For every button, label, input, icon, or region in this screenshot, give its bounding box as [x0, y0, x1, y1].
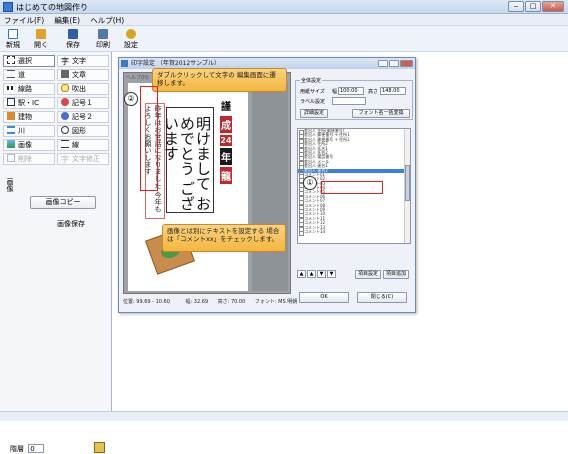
menu-bar: ファイル(F) 編集(E) ヘルプ(H)	[0, 14, 568, 26]
image-copy-button[interactable]: 画像コピー	[30, 196, 96, 209]
shape-icon	[61, 126, 69, 134]
symbol2-icon	[61, 112, 69, 120]
text-edit-icon: 字	[61, 155, 69, 164]
highlight-list-item	[321, 181, 383, 194]
callout-comment-check: 画像とは別にテキストを設定する 場合は「コメントxx」をチェックします。	[162, 224, 286, 252]
move-down-button[interactable]: ▼	[317, 270, 326, 278]
greeting-text: 明けまして おめでとう ございます	[162, 116, 212, 211]
global-settings-group: 全体設定 用紙サイズ 幅 100.00 高さ 148.00 ラベル設定 詳細設定…	[295, 77, 413, 120]
paragraph-icon	[61, 70, 69, 78]
delete-icon	[7, 154, 15, 162]
balloon-icon	[61, 84, 69, 92]
settings-gear-icon	[126, 29, 136, 39]
item-settings-button[interactable]: 項目設定	[355, 270, 381, 279]
print-icon	[98, 29, 108, 39]
close-dialog-button[interactable]: 閉じる(C)	[357, 292, 407, 303]
building-icon	[7, 112, 15, 120]
tool-symbol2[interactable]: 記号２	[57, 111, 109, 123]
item-add-button[interactable]: 項目追加	[383, 270, 409, 279]
tool-station[interactable]: 駅・IC	[3, 97, 55, 109]
tool-symbol1[interactable]: 記号１	[57, 97, 109, 109]
tool-text[interactable]: 字文字	[57, 55, 109, 67]
tool-paragraph[interactable]: 文章	[57, 69, 109, 81]
dialog-close-button[interactable]	[400, 60, 413, 67]
station-icon	[7, 98, 15, 106]
tool-road[interactable]: 道	[3, 69, 55, 81]
tool-delete[interactable]: 削除	[3, 153, 55, 165]
list-scrollbar[interactable]	[404, 129, 410, 243]
move-bottom-button[interactable]: ▼	[327, 270, 336, 278]
preview-help-menu[interactable]: ヘルプ(H)	[126, 74, 149, 81]
layer-input[interactable]: 0	[28, 444, 45, 453]
maximize-button[interactable]: □	[525, 1, 541, 12]
window-title: はじめての地図作り	[16, 3, 88, 12]
detail-settings-button[interactable]: 詳細設定	[300, 109, 328, 118]
minimize-button[interactable]: ‒	[508, 1, 524, 12]
line-icon	[61, 140, 69, 148]
text-icon: 字	[61, 57, 69, 66]
move-up-button[interactable]: ▲	[307, 270, 316, 278]
tool-select[interactable]: 選択	[3, 55, 55, 67]
tool-image[interactable]: 画像	[3, 139, 55, 151]
tool-balloon[interactable]: 吹出	[57, 83, 109, 95]
paper-height-field[interactable]: 148.00	[380, 87, 406, 95]
close-button[interactable]: ✕	[542, 1, 564, 12]
status-bar	[0, 411, 568, 421]
list-scrollbar-thumb[interactable]	[405, 165, 410, 201]
dialog-print-icon	[121, 60, 128, 67]
save-icon	[68, 29, 78, 39]
symbol1-icon	[61, 98, 69, 106]
highlight-message-box	[140, 86, 158, 191]
tool-railway[interactable]: 線路	[3, 83, 55, 95]
railway-icon	[7, 86, 15, 90]
dialog-maximize-button[interactable]	[389, 60, 399, 67]
font-batch-change-button[interactable]: フォント名一括変換	[352, 109, 410, 118]
title-bar: はじめての地図作り ‒ □ ✕	[0, 0, 568, 14]
annotation-number-1: ①	[303, 176, 317, 190]
greeting-image[interactable]: 明けまして おめでとう ございます	[162, 107, 214, 213]
paper-width-field[interactable]: 100.00	[338, 87, 364, 95]
dialog-minimize-button[interactable]	[378, 60, 388, 67]
open-folder-icon	[36, 29, 46, 39]
annotation-number-2: ②	[124, 92, 138, 106]
side-tab-image[interactable]: 画像	[2, 178, 14, 192]
open-button[interactable]: 開く	[30, 28, 52, 50]
preview-scroll-area[interactable]	[252, 83, 288, 291]
new-button[interactable]: 新規	[2, 28, 24, 50]
year-stamp: 謹 成 24 年 龍	[220, 102, 232, 184]
order-arrows: ▲ ▲ ▼ ▼	[297, 270, 336, 278]
label-setting-field[interactable]	[332, 97, 366, 105]
preview-status: 位置: 99.69 - 10.60 幅: 32.69 高さ: 70.00 フォン…	[123, 299, 298, 305]
river-icon	[7, 126, 15, 134]
settings-button[interactable]: 設定	[120, 28, 142, 50]
main-toolbar: 新規 開く 保存 印刷 設定	[0, 26, 568, 52]
image-save-button[interactable]: 画像保存	[38, 219, 104, 232]
tool-line[interactable]: 線	[57, 139, 109, 151]
layer-action-icon[interactable]	[94, 442, 105, 453]
save-button[interactable]: 保存	[62, 28, 84, 50]
ok-button[interactable]: OK	[299, 292, 349, 303]
new-file-icon	[8, 29, 18, 39]
list-item[interactable]: コメント14	[298, 229, 410, 237]
tool-building[interactable]: 建物	[3, 111, 55, 123]
layer-control: 階層 0	[10, 444, 45, 454]
tool-river[interactable]: 川	[3, 125, 55, 137]
move-top-button[interactable]: ▲	[297, 270, 306, 278]
callout-double-click: ダブルクリックして文字の 編集画面に遷移します。	[152, 68, 287, 92]
print-button[interactable]: 印刷	[92, 28, 114, 50]
tool-panel: 選択 字文字 道 文章 線路 吹出 駅・IC 記号１ 建物 記号２ 川 図形 画…	[0, 52, 112, 453]
tool-shape[interactable]: 図形	[57, 125, 109, 137]
road-icon	[7, 70, 15, 78]
dialog-window-controls	[378, 60, 413, 67]
window-controls: ‒ □ ✕	[508, 1, 564, 12]
image-icon	[7, 140, 15, 148]
app-map-icon	[3, 2, 13, 12]
select-icon	[7, 56, 15, 64]
tool-text-edit[interactable]: 字文字修正	[57, 153, 109, 165]
